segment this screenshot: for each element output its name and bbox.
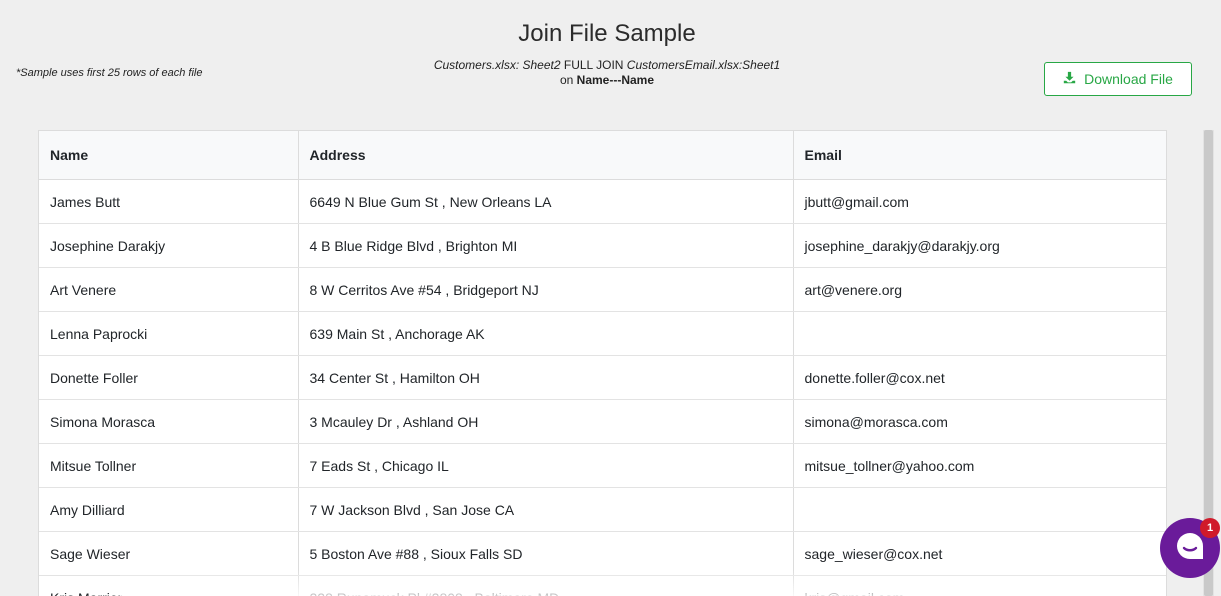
table-row[interactable]: Art Venere 8 W Cerritos Ave #54 , Bridgep… <box>39 267 1166 312</box>
cell-name: Art Venere <box>39 267 299 312</box>
cell-name: James Butt <box>39 179 299 224</box>
cell-email: jbutt@gmail.com <box>793 179 1166 224</box>
cell-email: art@venere.org <box>793 267 1166 312</box>
join-type-label: FULL JOIN <box>563 58 624 72</box>
cell-address: 8 W Cerritos Ave #54 , Bridgeport NJ <box>298 267 794 312</box>
left-file-label: Customers.xlsx: Sheet2 <box>433 58 561 72</box>
download-icon <box>1063 71 1076 87</box>
cell-address: 34 Center St , Hamilton OH <box>298 355 794 400</box>
column-header-email[interactable]: Email <box>793 131 1166 180</box>
cell-name: Lenna Paprocki <box>39 311 299 356</box>
on-label: on <box>559 73 574 87</box>
cell-email: josephine_darakjy@darakjy.org <box>793 223 1166 268</box>
join-result-table: Name Address Email James Butt 6649 N Blue… <box>38 130 1167 596</box>
join-sample-page: *Sample uses first 25 rows of each file … <box>0 0 1221 596</box>
table-row[interactable]: Simona Morasca 3 Mcauley Dr , Ashland OH s… <box>39 399 1166 444</box>
cell-email: sage_wieser@cox.net <box>793 531 1166 576</box>
cell-address: 6649 N Blue Gum St , New Orleans LA <box>298 179 794 224</box>
table-row[interactable]: Sage Wieser 5 Boston Ave #88 , Sioux Fall… <box>39 531 1166 576</box>
table-row[interactable]: Amy Dilliard 7 W Jackson Blvd , San Jose … <box>39 487 1166 532</box>
cell-email: donette.foller@cox.net <box>793 355 1166 400</box>
cell-name: Kris Marrier <box>39 575 299 596</box>
cell-address: 5 Boston Ave #88 , Sioux Falls SD <box>298 531 794 576</box>
cell-email: mitsue_tollner@yahoo.com <box>793 443 1166 488</box>
table-row[interactable]: James Butt 6649 N Blue Gum St , New Orlea… <box>39 179 1166 224</box>
join-description: Customers.xlsx: Sheet2 FULL JOIN Custome… <box>0 58 1214 88</box>
table-row[interactable]: Kris Marrier228 Runamuck Pl #2808 , Balt… <box>39 575 1166 596</box>
table-header-row: Name Address Email <box>39 131 1166 180</box>
cell-email: kris@gmail.com <box>793 575 1166 596</box>
cell-address: 639 Main St , Anchorage AK <box>298 311 794 356</box>
download-file-label: Download File <box>1084 71 1173 87</box>
table-row[interactable]: Mitsue Tollner 7 Eads St , Chicago IL mits… <box>39 443 1166 488</box>
table-row[interactable]: Donette Foller 34 Center St , Hamilton OH… <box>39 355 1166 400</box>
column-header-address[interactable]: Address <box>298 131 794 180</box>
cell-name: Josephine Darakjy <box>39 223 299 268</box>
table-row[interactable]: Josephine Darakjy 4 B Blue Ridge Blvd , B… <box>39 223 1166 268</box>
cell-address: 7 W Jackson Blvd , San Jose CA <box>298 487 794 532</box>
cell-email <box>793 311 1166 356</box>
cell-address: 4 B Blue Ridge Blvd , Brighton MI <box>298 223 794 268</box>
cell-name: Mitsue Tollner <box>39 443 299 488</box>
page-title: Join File Sample <box>518 20 696 47</box>
cell-address: 3 Mcauley Dr , Ashland OH <box>298 399 794 444</box>
cell-address: 7 Eads St , Chicago IL <box>298 443 794 488</box>
cell-name: Simona Morasca <box>39 399 299 444</box>
column-header-name[interactable]: Name <box>39 131 299 180</box>
join-keys-label: Name---Name <box>576 73 655 87</box>
cell-name: Amy Dilliard <box>39 487 299 532</box>
right-file-label: CustomersEmail.xlsx:Sheet1 <box>626 58 781 72</box>
download-file-button[interactable]: Download File <box>1044 62 1192 96</box>
chat-notification-badge: 1 <box>1200 518 1220 538</box>
cell-address: 228 Runamuck Pl #2808 , Baltimore MD <box>298 575 794 596</box>
cell-name: Sage Wieser <box>39 531 299 576</box>
cell-email: simona@morasca.com <box>793 399 1166 444</box>
table-row[interactable]: Lenna Paprocki 639 Main St , Anchorage AK <box>39 311 1166 356</box>
cell-email <box>793 487 1166 532</box>
cell-name: Donette Foller <box>39 355 299 400</box>
